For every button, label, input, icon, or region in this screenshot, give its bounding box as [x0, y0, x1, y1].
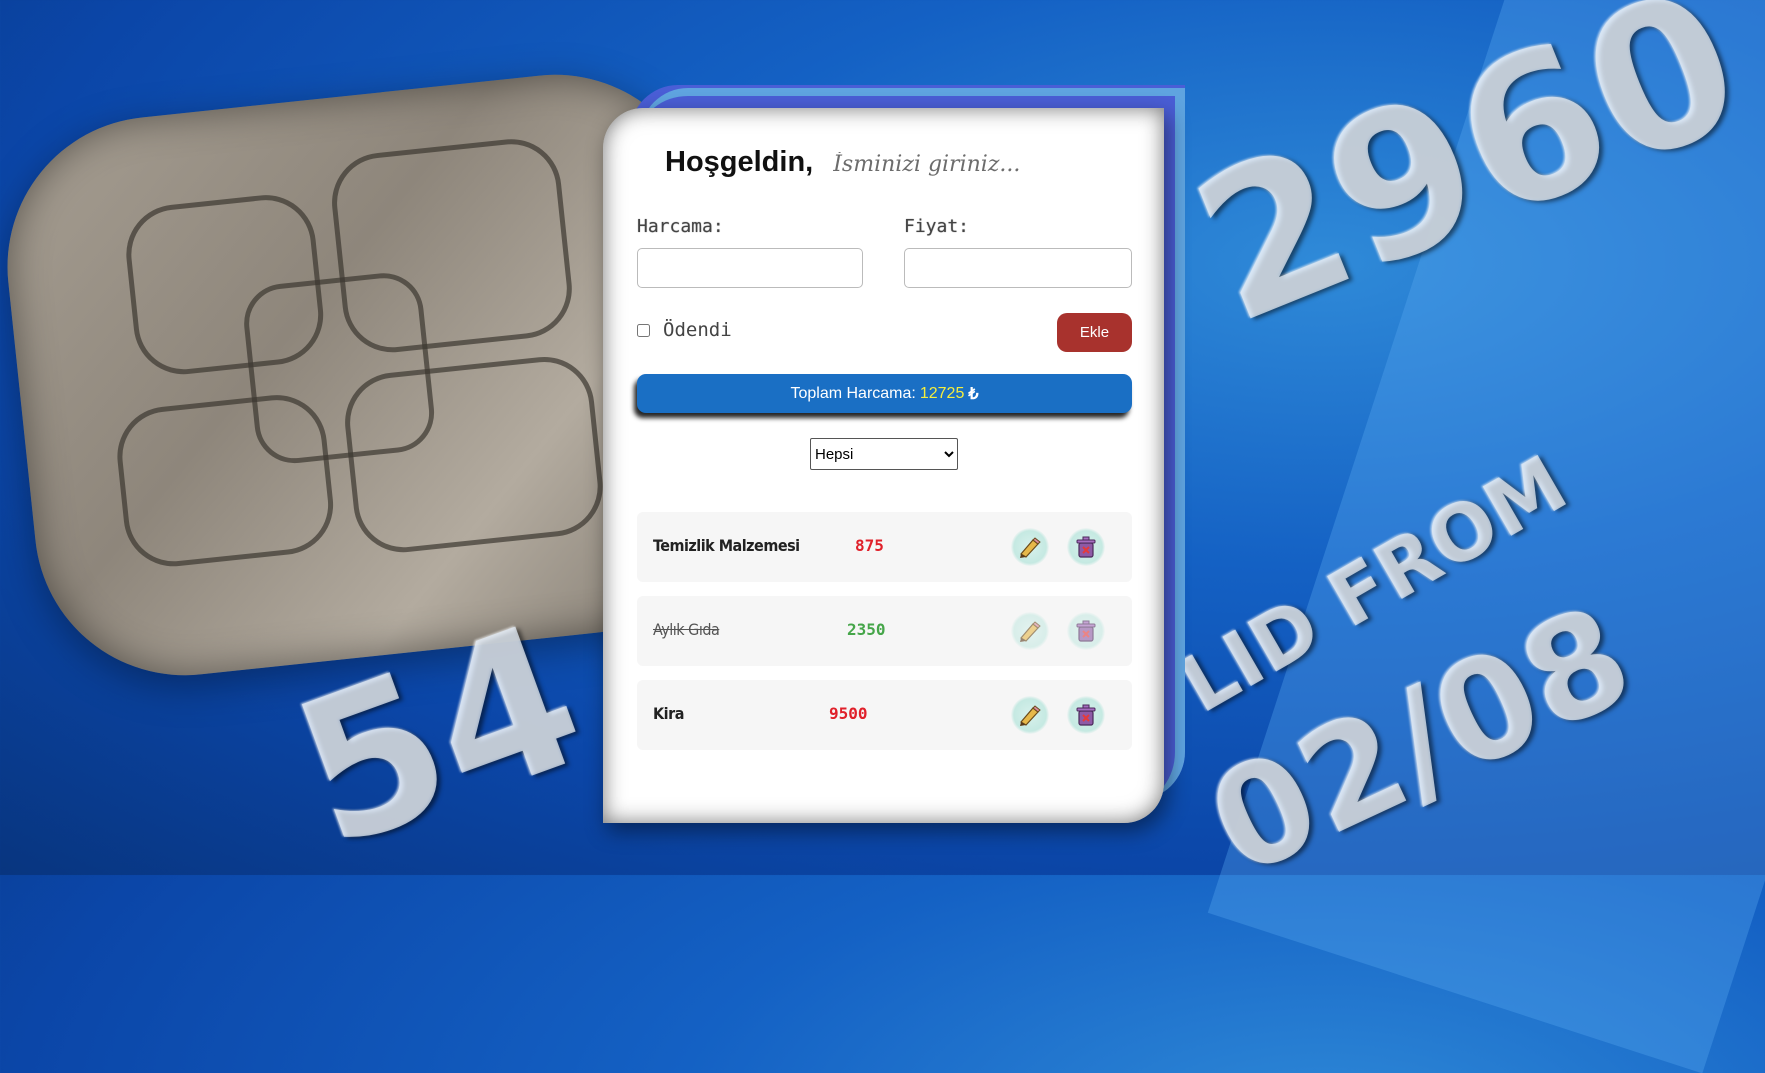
- pencil-icon: [1020, 537, 1041, 558]
- expense-name: Aylık Gıda: [653, 620, 720, 639]
- expense-price: 875: [855, 536, 884, 555]
- greeting: Hoşgeldin,: [665, 146, 1096, 179]
- greeting-title: Hoşgeldin,: [665, 146, 814, 178]
- edit-button[interactable]: [1011, 612, 1049, 650]
- expense-price: 2350: [847, 620, 886, 639]
- total-bar: Toplam Harcama: 12725 ₺: [637, 374, 1132, 413]
- total-amount: 12725: [919, 384, 965, 402]
- expense-card: Hoşgeldin, Harcama: Fiyat: Ödendi Ekle T…: [603, 108, 1164, 823]
- list-item: Aylık Gıda 2350: [637, 596, 1132, 666]
- expense-input[interactable]: [637, 248, 863, 288]
- trash-can-icon: [1076, 536, 1096, 558]
- list-item: Temizlik Malzemesi 875: [637, 512, 1132, 582]
- edit-button[interactable]: [1011, 528, 1049, 566]
- price-label: Fiyat:: [904, 216, 970, 237]
- delete-button[interactable]: [1067, 528, 1105, 566]
- total-label: Toplam Harcama:: [790, 384, 916, 402]
- filter-select[interactable]: Hepsi: [810, 438, 958, 470]
- pencil-icon: [1020, 621, 1041, 642]
- currency-symbol: ₺: [968, 385, 979, 403]
- expense-name: Temizlik Malzemesi: [653, 536, 800, 555]
- delete-button[interactable]: [1067, 696, 1105, 734]
- add-button[interactable]: Ekle: [1057, 313, 1132, 352]
- expense-label: Harcama:: [637, 216, 724, 237]
- trash-can-icon: [1076, 620, 1096, 642]
- expense-price: 9500: [829, 704, 868, 723]
- delete-button[interactable]: [1067, 612, 1105, 650]
- paid-checkbox[interactable]: [637, 324, 650, 337]
- paid-label: Ödendi: [663, 319, 732, 341]
- trash-can-icon: [1076, 704, 1096, 726]
- list-item: Kira 9500: [637, 680, 1132, 750]
- price-input[interactable]: [904, 248, 1132, 288]
- edit-button[interactable]: [1011, 696, 1049, 734]
- pencil-icon: [1020, 705, 1041, 726]
- expense-name: Kira: [653, 704, 684, 723]
- name-input[interactable]: [831, 151, 1096, 178]
